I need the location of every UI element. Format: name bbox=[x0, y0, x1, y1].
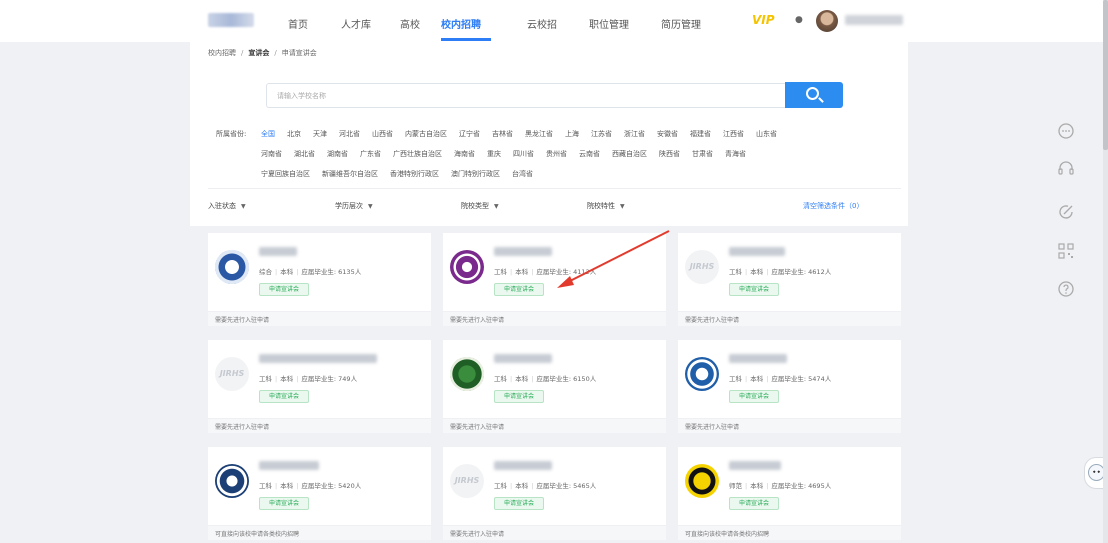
qrcode-icon[interactable] bbox=[1056, 243, 1076, 263]
feedback-icon[interactable] bbox=[1056, 203, 1076, 223]
chat-bubble-icon[interactable] bbox=[1056, 122, 1076, 142]
annotation-arrow bbox=[557, 230, 670, 288]
headset-icon[interactable] bbox=[1056, 159, 1076, 179]
scrollbar-thumb[interactable] bbox=[1103, 0, 1108, 150]
help-icon[interactable] bbox=[1056, 280, 1076, 300]
